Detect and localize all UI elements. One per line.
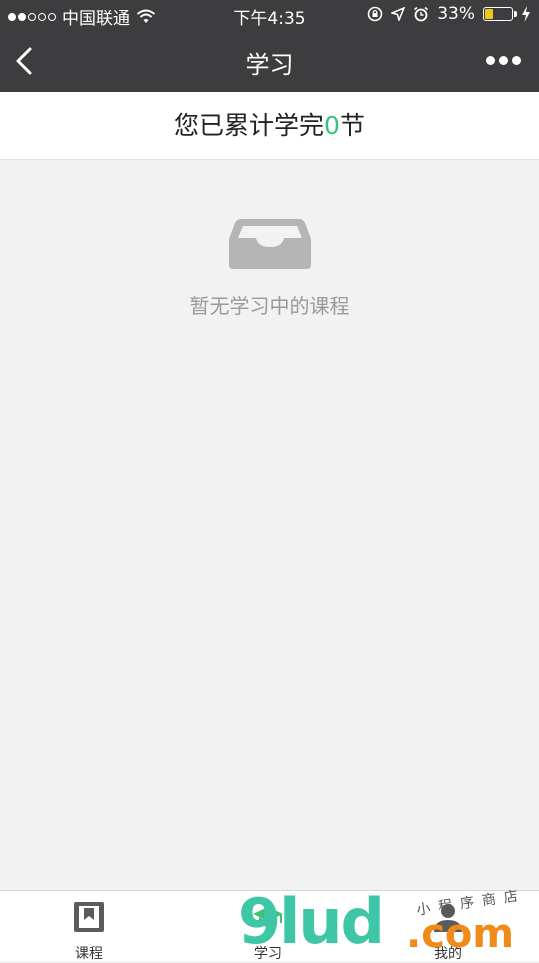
summary-prefix: 您已累计学完 bbox=[174, 111, 325, 140]
tab-label: 学习 bbox=[254, 946, 282, 962]
navigation-bar: 学习 bbox=[0, 30, 539, 92]
empty-state-message: 暂无学习中的课程 bbox=[189, 294, 350, 318]
more-dots-icon[interactable] bbox=[486, 56, 521, 65]
tab-mine[interactable]: 我的 bbox=[388, 891, 508, 962]
battery-percent: 33% bbox=[437, 4, 475, 24]
tab-label: 课程 bbox=[75, 946, 103, 962]
status-right: 33% bbox=[367, 4, 531, 24]
tab-study[interactable]: 学习 bbox=[208, 891, 328, 962]
completed-count: 0 bbox=[324, 111, 340, 140]
course-book-icon bbox=[74, 902, 104, 932]
tab-bar: 课程 学习 我的 bbox=[0, 890, 539, 962]
battery-icon bbox=[483, 7, 517, 21]
status-bar: 中国联通 下午4:35 33% bbox=[0, 0, 539, 30]
tab-label: 我的 bbox=[434, 946, 462, 962]
tab-courses[interactable]: 课程 bbox=[29, 891, 149, 962]
profile-icon bbox=[434, 904, 462, 932]
charging-bolt-icon bbox=[522, 6, 530, 22]
empty-tray-icon bbox=[229, 219, 311, 269]
rotation-lock-icon bbox=[367, 6, 383, 22]
page-title: 学习 bbox=[245, 51, 294, 79]
study-cap-icon bbox=[253, 907, 283, 927]
summary-suffix: 节 bbox=[339, 111, 365, 140]
completed-summary: 您已累计学完0节 bbox=[0, 92, 539, 160]
alarm-icon bbox=[414, 6, 429, 22]
location-arrow-icon bbox=[391, 7, 406, 21]
